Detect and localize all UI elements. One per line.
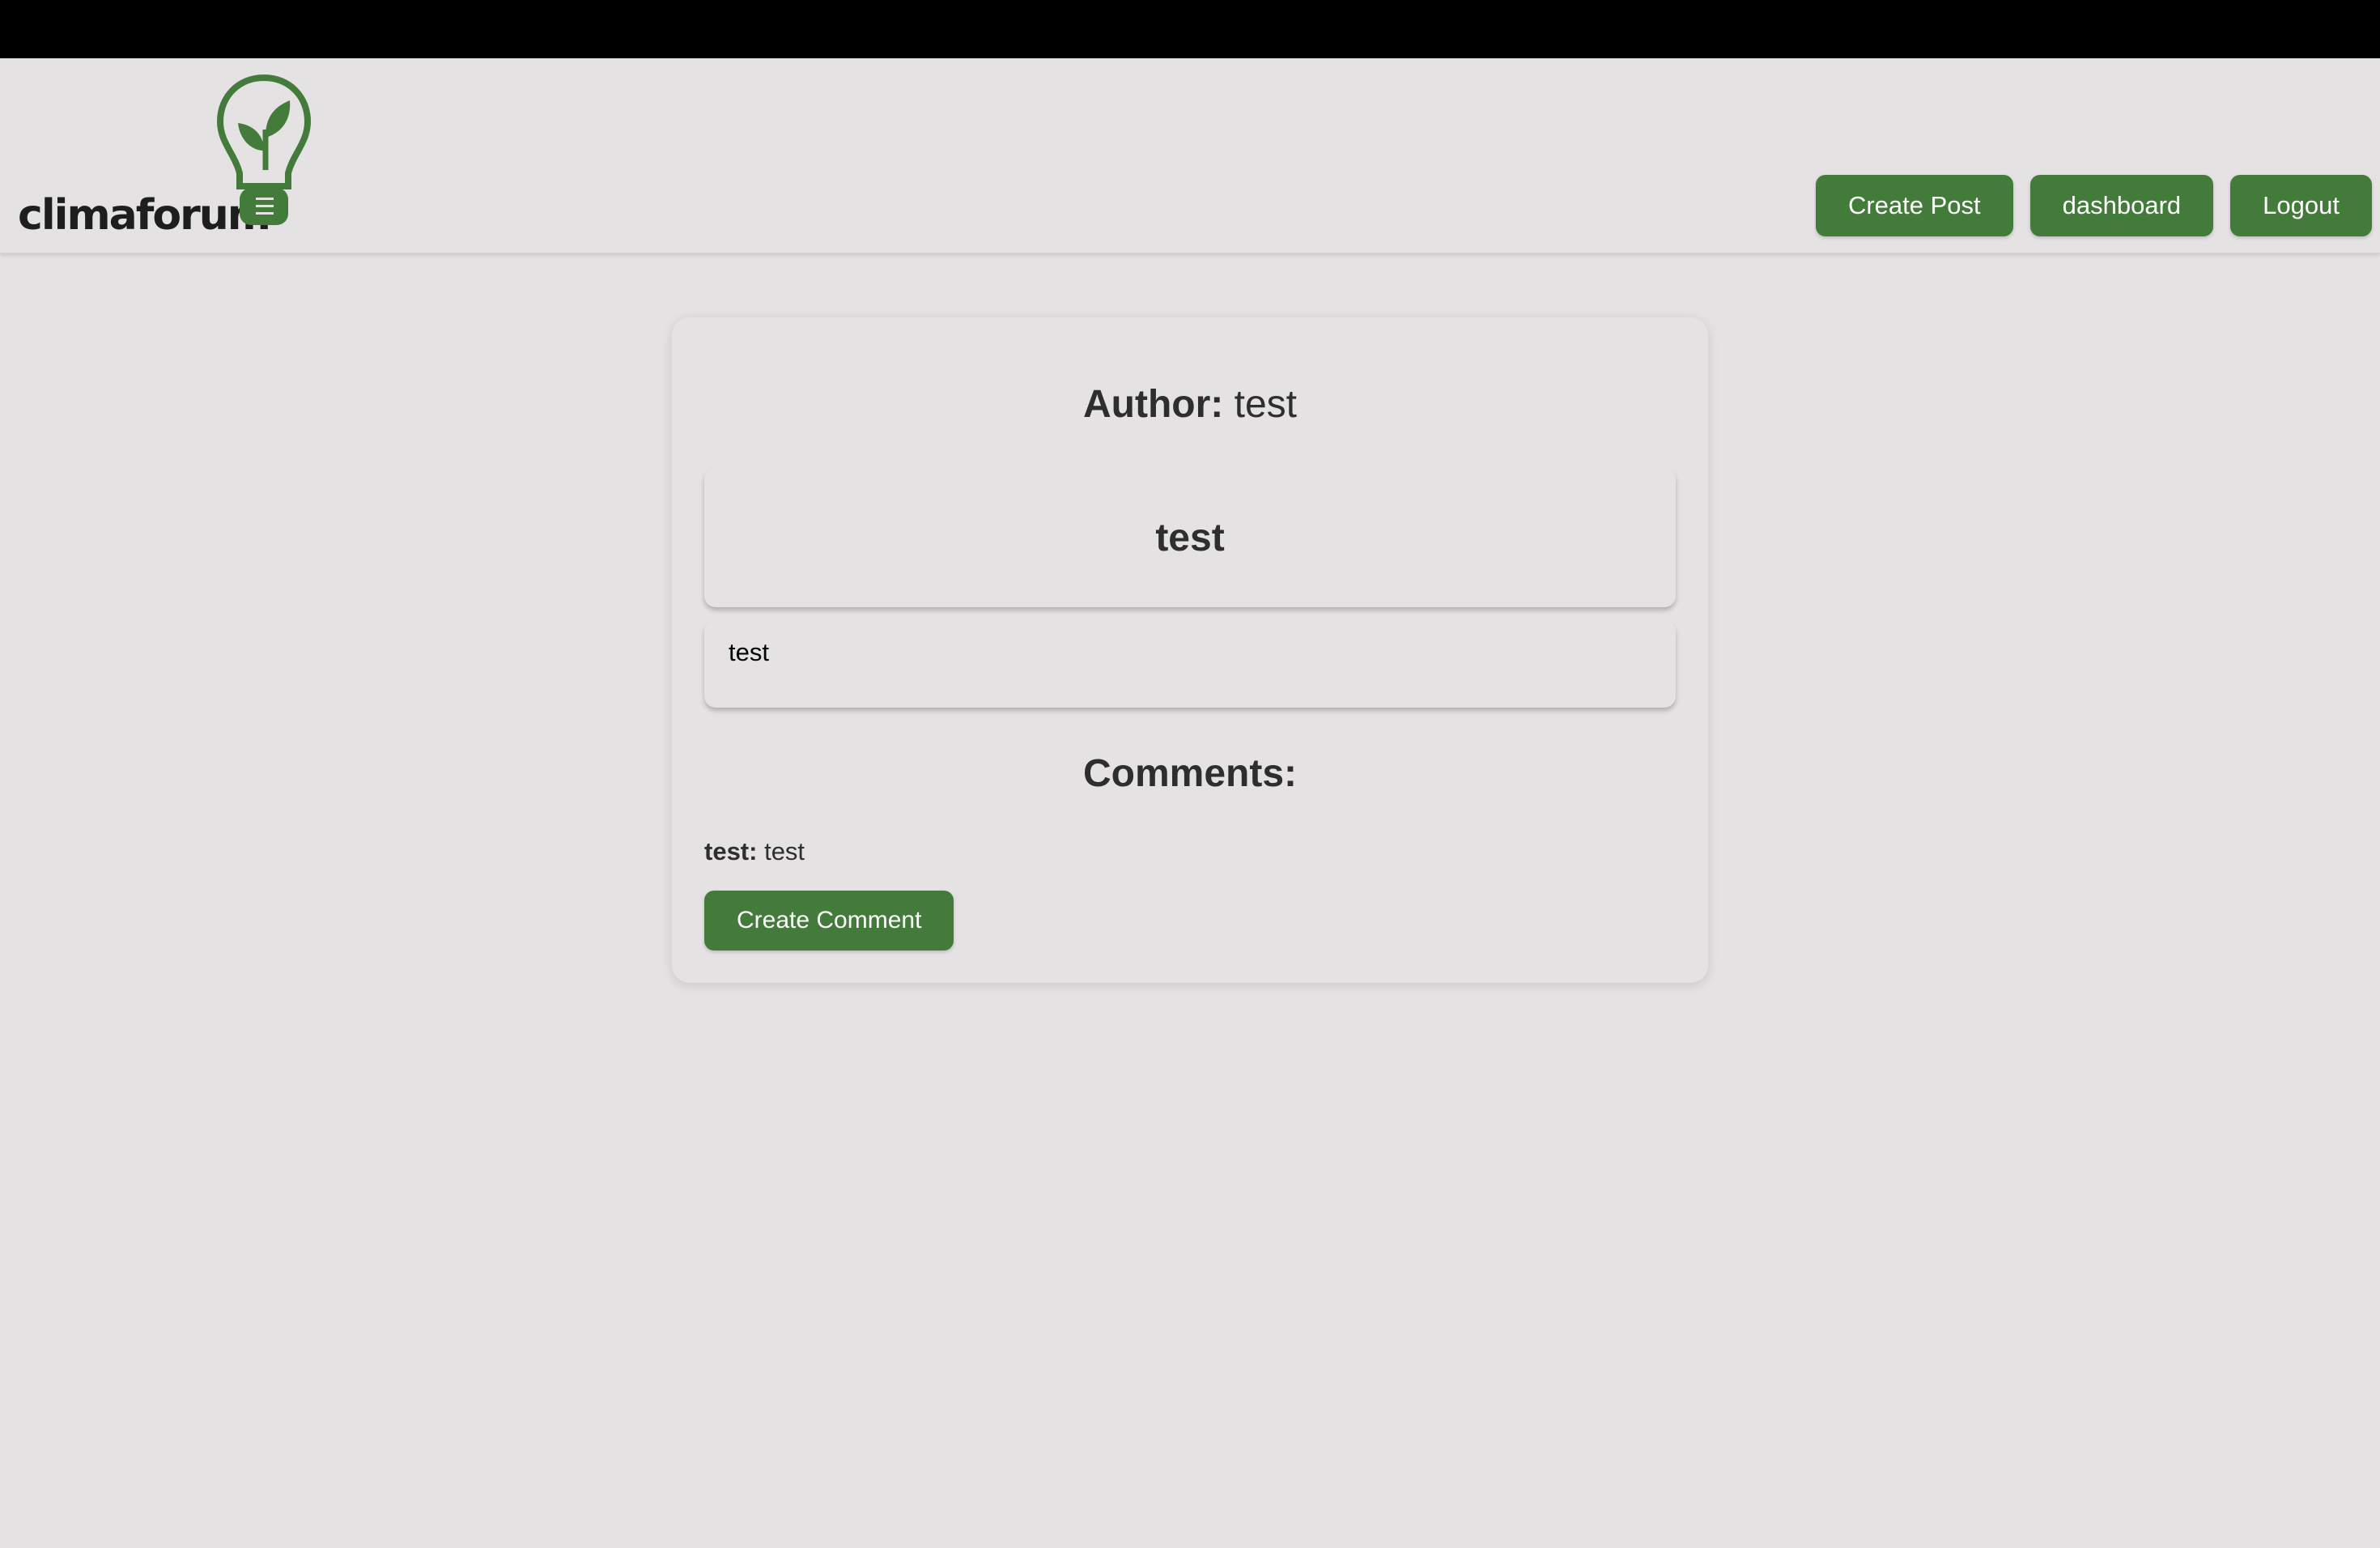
comment-user: test: [704, 837, 758, 865]
comment-item: test: test [704, 837, 805, 866]
post-author: Author: test [672, 382, 1708, 427]
post-title: test [704, 468, 1676, 607]
site-header: climaforum Create Post dashboard Logout [0, 58, 2380, 253]
header-nav: Create Post dashboard Logout [1815, 175, 2372, 236]
dashboard-button[interactable]: dashboard [2029, 175, 2214, 236]
logo[interactable]: climaforum [18, 73, 317, 243]
author-name: test [1234, 383, 1297, 426]
author-label: Author: [1083, 383, 1224, 426]
window-top-bar [0, 0, 2380, 58]
post-card: Author: test test test Comments: test: t… [672, 317, 1708, 983]
create-comment-button[interactable]: Create Comment [704, 891, 954, 950]
comment-text: test [764, 837, 805, 865]
logout-button[interactable]: Logout [2230, 175, 2372, 236]
post-body: test [704, 620, 1676, 708]
lightbulb-leaf-icon [216, 74, 312, 225]
comments-heading: Comments: [1082, 752, 1298, 795]
create-post-button[interactable]: Create Post [1815, 175, 2013, 236]
